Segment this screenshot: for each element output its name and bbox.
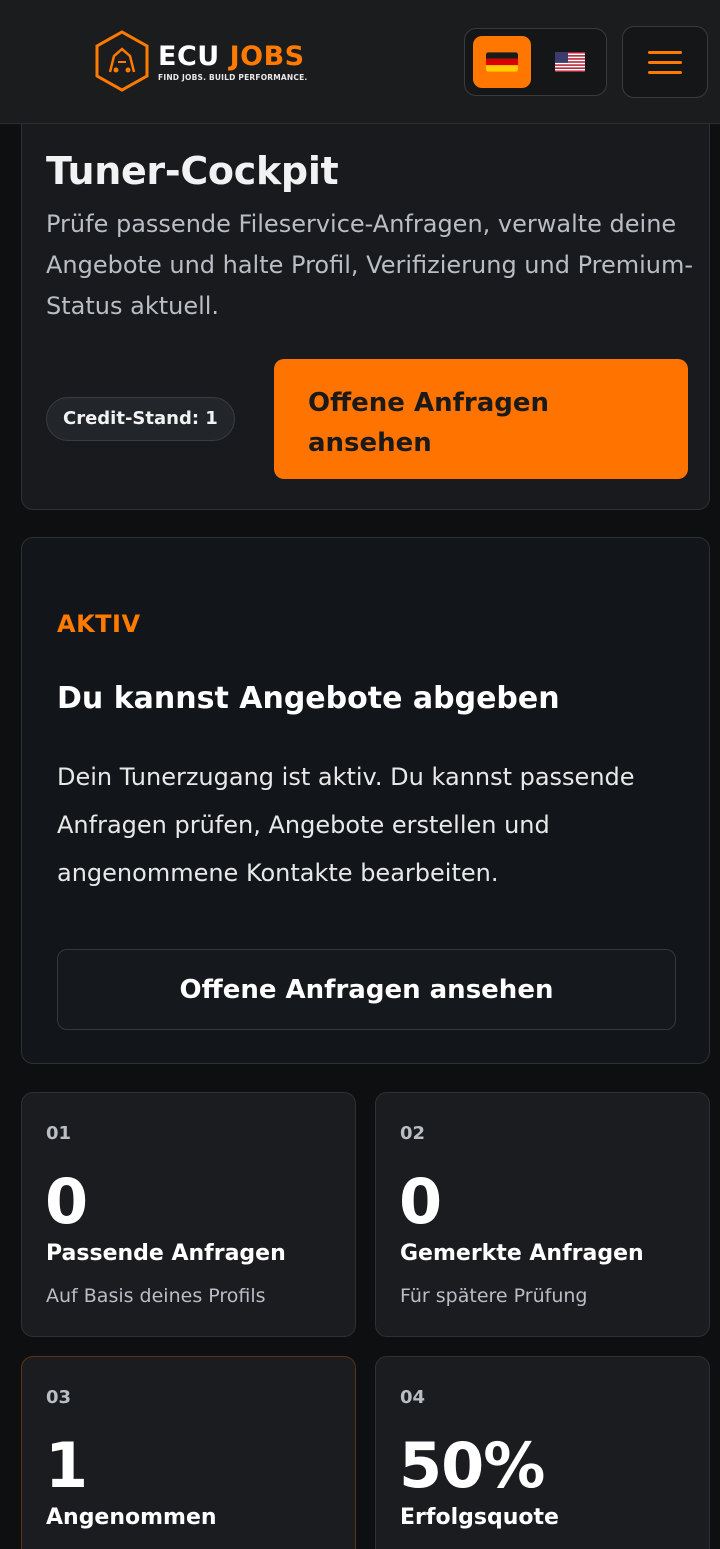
logo-word-ecu: ECU — [158, 40, 220, 72]
menu-button[interactable] — [622, 26, 708, 98]
us-flag-icon — [555, 52, 585, 72]
stat-card-success-rate[interactable]: 04 50% Erfolgsquote — [375, 1356, 710, 1549]
stat-card-matching-requests[interactable]: 01 0 Passende Anfragen Auf Basis deines … — [21, 1092, 356, 1337]
stat-label: Gemerkte Anfragen — [400, 1241, 644, 1266]
german-flag-icon — [486, 52, 518, 72]
stat-card-accepted[interactable]: 03 1 Angenommen — [21, 1356, 356, 1549]
open-requests-button[interactable]: Offene Anfragen ansehen — [274, 359, 688, 479]
stat-index: 04 — [400, 1387, 426, 1408]
language-en-button[interactable] — [541, 36, 599, 88]
logo-word-jobs: JOBS — [229, 40, 305, 72]
stat-card-saved-requests[interactable]: 02 0 Gemerkte Anfragen Für spätere Prüfu… — [375, 1092, 710, 1337]
stat-index: 03 — [46, 1387, 72, 1408]
stat-value: 0 — [399, 1165, 442, 1238]
logo[interactable]: ECU JOBS FIND JOBS. BUILD PERFORMANCE. — [94, 30, 307, 94]
stat-label: Passende Anfragen — [46, 1241, 286, 1266]
account-status-card: AKTIV Du kannst Angebote abgeben Dein Tu… — [21, 537, 710, 1064]
credit-badge: Credit-Stand: 1 — [46, 397, 235, 441]
open-requests-secondary-button[interactable]: Offene Anfragen ansehen — [57, 949, 676, 1030]
status-description: Dein Tunerzugang ist aktiv. Du kannst pa… — [57, 763, 635, 887]
top-navigation-bar: ECU JOBS FIND JOBS. BUILD PERFORMANCE. — [0, 0, 720, 124]
stat-index: 02 — [400, 1123, 426, 1144]
status-badge: AKTIV — [57, 610, 141, 638]
stat-label: Erfolgsquote — [400, 1505, 559, 1530]
stat-subtitle: Auf Basis deines Profils — [46, 1285, 266, 1307]
stat-value: 1 — [45, 1429, 88, 1502]
stat-value: 50% — [399, 1429, 545, 1502]
hamburger-menu-icon — [648, 44, 682, 81]
stat-subtitle: Für spätere Prüfung — [400, 1285, 588, 1307]
status-title: Du kannst Angebote abgeben — [57, 681, 560, 716]
language-de-button[interactable] — [473, 36, 531, 88]
stat-label: Angenommen — [46, 1505, 217, 1530]
page-title: Tuner-Cockpit — [46, 149, 339, 193]
stat-index: 01 — [46, 1123, 72, 1144]
logo-tagline: FIND JOBS. BUILD PERFORMANCE. — [158, 72, 308, 82]
hero-card: Tuner-Cockpit Prüfe passende Fileservice… — [21, 100, 710, 510]
language-switcher — [464, 28, 607, 96]
hero-description: Prüfe passende Fileservice-Anfragen, ver… — [46, 210, 694, 320]
stat-value: 0 — [45, 1165, 88, 1238]
logo-hexagon-icon — [95, 30, 149, 92]
